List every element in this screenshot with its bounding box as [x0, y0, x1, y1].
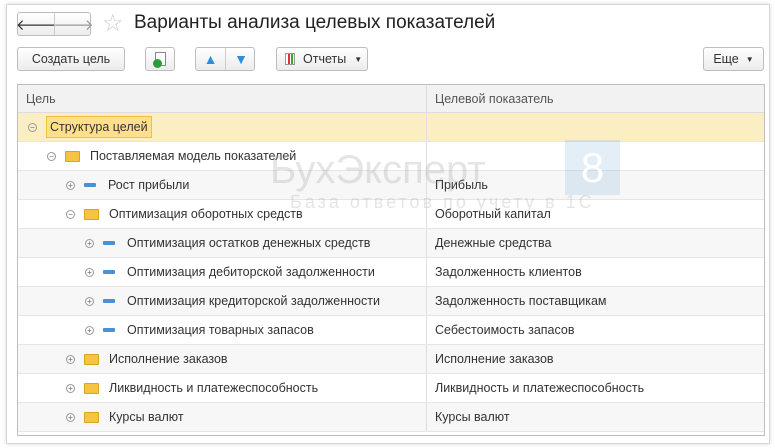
table-header: Цель Целевой показатель	[18, 85, 764, 113]
column-header-target[interactable]: Целевой показатель	[427, 92, 554, 106]
target-cell: Оборотный капитал	[435, 207, 551, 221]
goal-cell: + Оптимизация остатков денежных средств	[18, 229, 427, 257]
target-cell: Исполнение заказов	[435, 352, 554, 366]
create-goal-button[interactable]: Создать цель	[17, 47, 125, 71]
collapse-icon[interactable]: −	[47, 151, 56, 161]
table-row[interactable]: + Оптимизация товарных запасов Себестоимос…	[18, 316, 764, 345]
goal-cell: + Исполнение заказов	[18, 345, 427, 373]
page-title: Варианты анализа целевых показателей	[134, 12, 496, 33]
table-row[interactable]: + Курсы валют Курсы валют	[18, 403, 764, 432]
target-cell: Задолженность поставщикам	[435, 294, 607, 308]
chevron-down-icon: ▼	[745, 54, 754, 64]
target-cell: Задолженность клиентов	[435, 265, 582, 279]
goal-name: Поставляемая модель показателей	[90, 149, 297, 163]
report-icon	[285, 53, 295, 65]
goal-name: Курсы валют	[109, 410, 184, 424]
expand-icon[interactable]: +	[66, 383, 75, 393]
forward-button[interactable]: 🡒	[53, 13, 93, 35]
move-up-button[interactable]: ▲	[196, 48, 226, 70]
folder-icon	[84, 353, 99, 365]
folder-icon	[65, 150, 80, 162]
table-row[interactable]: − Структура целей	[18, 113, 764, 142]
goal-name: Оптимизация оборотных средств	[109, 207, 303, 221]
target-cell: Денежные средства	[435, 236, 552, 250]
table-body: − Структура целей − Поставляемая модель пок…	[18, 113, 764, 432]
goal-icon	[103, 270, 115, 274]
create-copy-button[interactable]	[145, 47, 175, 71]
goal-cell: − Поставляемая модель показателей	[18, 142, 427, 170]
table-row[interactable]: + Рост прибыли Прибыль	[18, 171, 764, 200]
goal-cell: + Ликвидность и платежеспособность	[18, 374, 427, 402]
folder-icon	[84, 411, 99, 423]
target-cell: Себестоимость запасов	[435, 323, 575, 337]
more-button[interactable]: Еще ▼	[703, 47, 764, 71]
goal-name: Структура целей	[46, 116, 152, 138]
goal-name: Исполнение заказов	[109, 352, 228, 366]
expand-icon[interactable]: +	[85, 267, 94, 277]
target-cell: Прибыль	[435, 178, 488, 192]
goal-name: Рост прибыли	[108, 178, 190, 192]
folder-icon	[84, 208, 99, 220]
table-row[interactable]: + Оптимизация остатков денежных средств Де…	[18, 229, 764, 258]
table-row[interactable]: + Ликвидность и платежеспособность Ликвидн…	[18, 374, 764, 403]
table-row[interactable]: + Оптимизация кредиторской задолженности З…	[18, 287, 764, 316]
goal-cell: − Оптимизация оборотных средств	[18, 200, 427, 228]
expand-icon[interactable]: +	[85, 325, 94, 335]
expand-icon[interactable]: +	[66, 412, 75, 422]
reports-button[interactable]: Отчеты ▼	[276, 47, 368, 71]
favorite-star-icon[interactable]: ☆	[102, 9, 124, 38]
goal-name: Оптимизация дебиторской задолженности	[127, 265, 375, 279]
goal-cell: + Оптимизация кредиторской задолженности	[18, 287, 427, 315]
expand-icon[interactable]: +	[66, 180, 75, 190]
goal-name: Оптимизация товарных запасов	[127, 323, 314, 337]
chevron-down-icon: ▼	[354, 54, 363, 64]
goals-table: Цель Целевой показатель − Структура целей…	[17, 84, 765, 436]
move-down-button[interactable]: ▼	[226, 48, 256, 70]
back-button[interactable]: 🡐	[16, 13, 56, 35]
table-row[interactable]: − Оптимизация оборотных средств Оборотный …	[18, 200, 764, 229]
move-buttons: ▲ ▼	[195, 47, 255, 71]
expand-icon[interactable]: +	[85, 296, 94, 306]
target-cell: Курсы валют	[435, 410, 510, 424]
more-label: Еще	[713, 52, 739, 66]
folder-icon	[84, 382, 99, 394]
goal-cell: + Курсы валют	[18, 403, 427, 431]
nav-buttons: 🡐 🡒	[16, 12, 94, 36]
goal-cell: − Структура целей	[18, 113, 427, 141]
reports-label: Отчеты	[303, 52, 347, 66]
goal-icon	[103, 328, 115, 332]
goal-cell: + Оптимизация дебиторской задолженности	[18, 258, 427, 286]
goal-icon	[84, 183, 96, 187]
target-cell: Ликвидность и платежеспособность	[435, 381, 645, 395]
goal-icon	[103, 299, 115, 303]
goal-icon	[103, 241, 115, 245]
collapse-icon[interactable]: −	[28, 122, 37, 132]
goal-name: Оптимизация остатков денежных средств	[127, 236, 371, 250]
table-row[interactable]: − Поставляемая модель показателей	[18, 142, 764, 171]
goal-cell: + Оптимизация товарных запасов	[18, 316, 427, 344]
column-header-goal[interactable]: Цель	[18, 85, 427, 112]
expand-icon[interactable]: +	[66, 354, 75, 364]
add-document-icon	[152, 52, 166, 68]
table-row[interactable]: + Оптимизация дебиторской задолженности За…	[18, 258, 764, 287]
goal-cell: + Рост прибыли	[18, 171, 427, 199]
goal-name: Ликвидность и платежеспособность	[109, 381, 319, 395]
expand-icon[interactable]: +	[85, 238, 94, 248]
table-row[interactable]: + Исполнение заказов Исполнение заказов	[18, 345, 764, 374]
collapse-icon[interactable]: −	[66, 209, 75, 219]
goal-name: Оптимизация кредиторской задолженности	[127, 294, 380, 308]
